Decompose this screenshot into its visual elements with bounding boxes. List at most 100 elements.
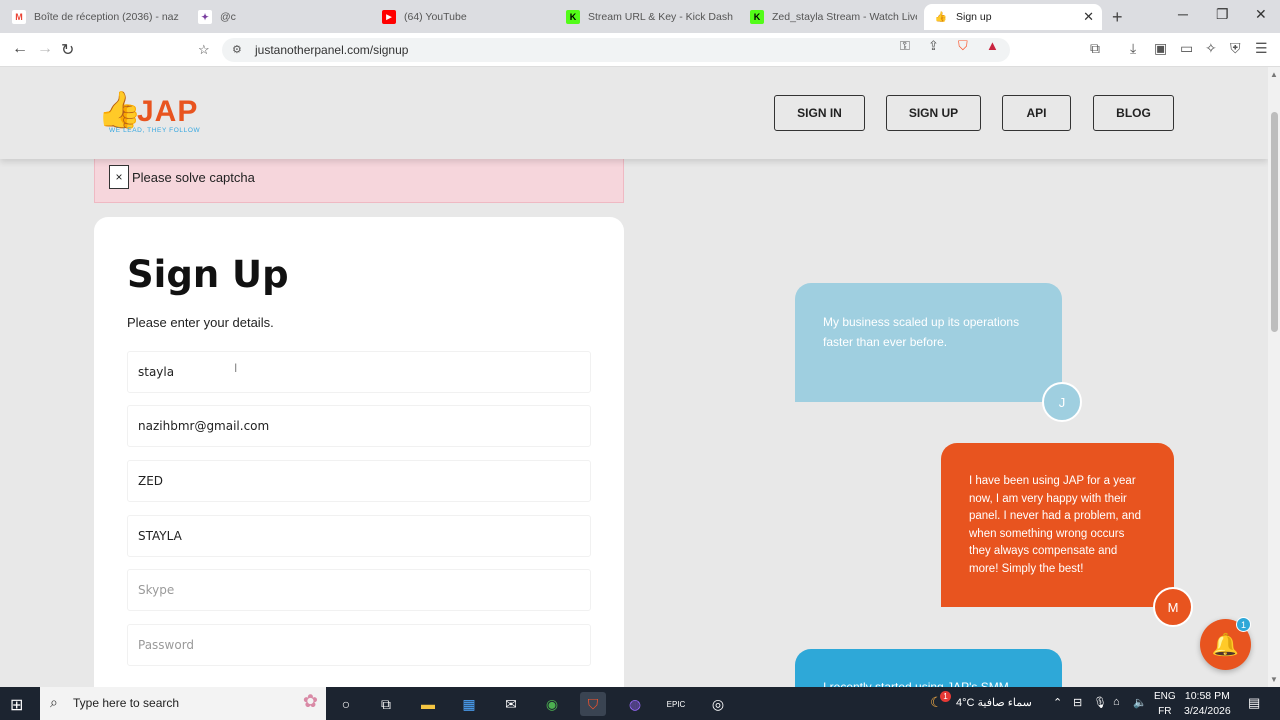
tab-label: Sign up <box>956 11 992 23</box>
minimize-icon[interactable]: ─ <box>1178 6 1188 22</box>
tab-label: Boîte de réception (2036) - nazi <box>34 11 179 23</box>
maximize-icon[interactable]: ❐ <box>1216 6 1229 23</box>
tab-label: Zed_stayla Stream - Watch Live <box>772 11 917 23</box>
download-icon[interactable]: ⤓ <box>1130 40 1136 57</box>
menu-icon[interactable]: ☰ <box>1255 40 1268 57</box>
vpn-icon[interactable]: ⛨ <box>1230 40 1241 57</box>
weather-badge: 1 <box>940 691 951 702</box>
testimonial-bubble: I recently started using JAP's SMM <box>795 649 1062 687</box>
page-title: Sign Up <box>127 253 289 296</box>
youtube-icon: ▶ <box>382 10 396 24</box>
field-value: ZED <box>138 474 164 488</box>
scroll-up-icon[interactable]: ▲ <box>1270 70 1278 79</box>
browser-tab-strip: M Boîte de réception (2036) - nazi ✦ @c … <box>0 0 1280 33</box>
brave-icon[interactable]: ⛉ <box>580 692 606 716</box>
cortana-icon[interactable]: ○ <box>333 692 359 716</box>
brave-shield-icon[interactable]: ⛉ <box>958 38 968 54</box>
forward-icon[interactable]: → <box>37 40 53 58</box>
microphone-icon[interactable]: 🎙 <box>1093 696 1107 709</box>
tab-kick-dashboard[interactable]: K Stream URL & Key - Kick Dashbo <box>556 4 733 30</box>
clock-time: 10:58 PM <box>1184 690 1230 702</box>
chrome-icon[interactable]: ◉ <box>539 692 565 716</box>
back-icon[interactable]: ← <box>12 40 28 58</box>
sidebar-icon[interactable]: ⧉ <box>1090 40 1100 57</box>
wallet-icon[interactable]: ▭ <box>1180 40 1193 57</box>
page-scrollbar[interactable]: ▲ ▼ <box>1268 67 1280 687</box>
testimonial-bubble: I have been using JAP for a year now, I … <box>941 443 1174 607</box>
last-name-field[interactable]: STAYLA <box>127 515 591 557</box>
app-icon: ✦ <box>198 10 212 24</box>
network-icon[interactable]: ⊟ <box>1073 696 1082 709</box>
testimonial-bubble: My business scaled up its operations fas… <box>795 283 1062 402</box>
key-icon[interactable]: ⚿ <box>900 38 910 54</box>
field-value: STAYLA <box>138 529 182 543</box>
app-icon[interactable]: ◍ <box>622 692 648 716</box>
wifi-icon[interactable]: ⌂ <box>1113 696 1120 708</box>
jap-logo[interactable]: 👍 JAP WE LEAD, THEY FOLLOW <box>95 87 215 137</box>
leo-ai-icon[interactable]: ✧ <box>1205 40 1217 57</box>
field-placeholder: Password <box>138 638 195 652</box>
reload-icon[interactable]: ↻ <box>61 40 74 60</box>
brave-rewards-icon[interactable]: ▲ <box>986 38 999 53</box>
sign-in-button[interactable]: SIGN IN <box>774 95 865 131</box>
logo-text: JAP <box>137 95 199 128</box>
thumbs-up-icon: 👍 <box>934 10 948 24</box>
first-name-field[interactable]: ZED <box>127 460 591 502</box>
scrollbar-thumb[interactable] <box>1271 112 1278 332</box>
taskbar-search[interactable]: ⌕ Type here to search ✿ <box>40 687 326 720</box>
tab-label: (64) YouTube <box>404 11 467 23</box>
logo-tagline: WE LEAD, THEY FOLLOW <box>109 127 201 134</box>
site-info-icon[interactable]: ⚙ <box>232 43 242 56</box>
mail-icon[interactable]: ✉ <box>498 692 524 716</box>
form-subtitle: Please enter your details. <box>127 315 274 330</box>
tab-gmail[interactable]: M Boîte de réception (2036) - nazi <box>2 4 179 30</box>
lang-secondary: FR <box>1158 706 1172 717</box>
clock[interactable]: 10:58 PM 3/24/2026 <box>1184 689 1231 719</box>
volume-icon[interactable]: 🔈 <box>1133 696 1147 709</box>
gmail-icon: M <box>12 10 26 24</box>
sign-up-button[interactable]: SIGN UP <box>886 95 981 131</box>
field-value: nazihbmr@gmail.com <box>138 419 270 433</box>
tab-app[interactable]: ✦ @c <box>188 4 365 30</box>
notifications-icon[interactable]: ▤ <box>1248 695 1260 711</box>
avatar: M <box>1153 587 1193 627</box>
text-cursor-icon: I <box>234 361 238 375</box>
email-field[interactable]: nazihbmr@gmail.com <box>127 405 591 447</box>
username-field[interactable]: stayla <box>127 351 591 393</box>
field-placeholder: Skype <box>138 583 175 597</box>
window-close-icon[interactable]: ✕ <box>1255 6 1267 23</box>
tab-sign-up[interactable]: 👍 Sign up ✕ <box>924 4 1102 30</box>
scroll-down-icon[interactable]: ▼ <box>1270 675 1278 684</box>
skype-field[interactable]: Skype <box>127 569 591 611</box>
tab-kick-stream[interactable]: K Zed_stayla Stream - Watch Live <box>740 4 917 30</box>
side-panel-icon[interactable]: ▣ <box>1154 40 1167 57</box>
close-tab-icon[interactable]: ✕ <box>1083 9 1094 25</box>
weather-text[interactable]: 4°C سماء صافية <box>956 696 1032 709</box>
field-value: stayla <box>138 365 175 379</box>
tab-youtube[interactable]: ▶ (64) YouTube <box>372 4 549 30</box>
alert-message: Please solve captcha <box>132 170 255 185</box>
file-explorer-icon[interactable]: ▬ <box>415 692 441 716</box>
new-tab-icon[interactable]: + <box>1112 7 1123 28</box>
blog-button[interactable]: BLOG <box>1093 95 1174 131</box>
password-field[interactable]: Password <box>127 624 591 666</box>
language-indicator[interactable]: ENG FR <box>1154 689 1176 719</box>
windows-start-icon[interactable]: ⊞ <box>10 695 23 715</box>
store-icon[interactable]: ▦ <box>456 692 482 716</box>
api-button[interactable]: API <box>1002 95 1071 131</box>
page-content: 👍 JAP WE LEAD, THEY FOLLOW SIGN IN SIGN … <box>0 67 1268 687</box>
signup-card: Sign Up Please enter your details. stayl… <box>94 217 624 687</box>
bookmark-icon[interactable]: ☆ <box>198 42 210 58</box>
url-text: justanotherpanel.com/signup <box>255 43 409 57</box>
share-icon[interactable]: ⇪ <box>928 38 939 54</box>
clock-date: 3/24/2026 <box>1184 705 1231 717</box>
kick-icon: K <box>750 10 764 24</box>
tray-chevron-icon[interactable]: ⌃ <box>1053 696 1062 709</box>
search-placeholder: Type here to search <box>73 696 180 710</box>
address-bar[interactable]: ⚙ justanotherpanel.com/signup <box>222 38 1010 62</box>
alert-close-button[interactable]: × <box>109 165 129 189</box>
epic-games-icon[interactable]: EPIC <box>663 692 689 716</box>
obs-icon[interactable]: ◎ <box>705 692 731 716</box>
bell-icon: 🔔 <box>1211 631 1240 657</box>
task-view-icon[interactable]: ⧉ <box>373 692 399 716</box>
